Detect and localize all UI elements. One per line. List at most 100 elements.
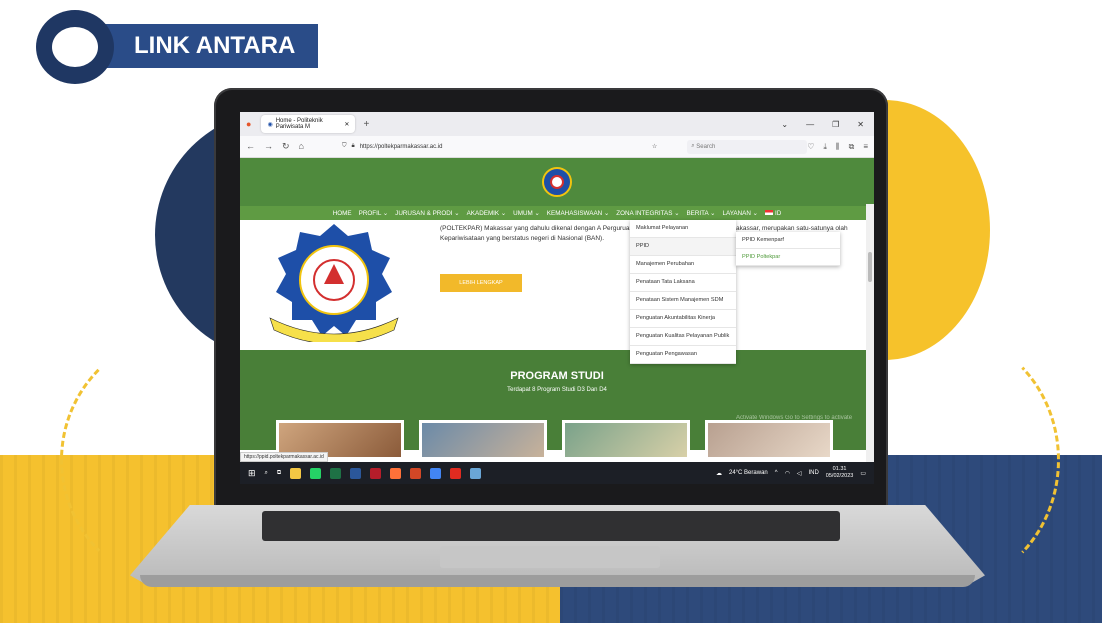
firefox-menu-icon[interactable]: ● — [246, 119, 251, 129]
chevron-down-icon: ⌄ — [750, 209, 758, 217]
language-indicator[interactable]: IND — [808, 470, 818, 476]
dropdown-item[interactable]: Penataan Tata Laksana — [630, 274, 736, 292]
firefox-icon[interactable] — [390, 467, 402, 479]
list-tabs-icon[interactable]: ⌄ — [781, 120, 788, 129]
tab-title: Home - Politeknik Pariwisata M — [275, 118, 323, 130]
reload-icon[interactable]: ↻ — [282, 141, 290, 152]
search-box[interactable]: ⌕ Search — [687, 139, 808, 154]
weather-icon: ☁ — [715, 470, 722, 477]
nav-item[interactable]: LAYANAN ⌄ — [722, 210, 758, 217]
system-tray: ☁ 24°C Berawan ^ ◠ ◁ IND 01.31 05/02/202… — [716, 466, 866, 480]
volume-icon[interactable]: ◁ — [797, 470, 802, 477]
taskbar-search-icon[interactable]: ⌕ — [265, 470, 268, 477]
excel-icon[interactable] — [330, 467, 342, 479]
site-logo-icon[interactable] — [542, 167, 572, 197]
nav-item[interactable]: ZONA INTEGRITAS ⌄ — [616, 210, 679, 217]
minimize-icon[interactable]: — — [806, 120, 814, 129]
start-icon[interactable]: ⊞ — [248, 468, 256, 479]
dropdown-item[interactable]: PPID — [630, 238, 736, 256]
nav-item-label: ID — [774, 209, 782, 217]
nav-item-label: UMUM — [513, 209, 533, 217]
prodi-thumbnail[interactable] — [705, 420, 833, 460]
menu-icon[interactable]: ≡ — [863, 142, 868, 152]
app-icon[interactable] — [470, 467, 482, 479]
browser-tab[interactable]: ◉ Home - Politeknik Pariwisata M ✕ — [261, 115, 356, 133]
nav-item-label: LAYANAN — [722, 209, 751, 217]
bookmark-star-icon[interactable]: ☆ — [652, 143, 657, 150]
prodi-subtitle: Terdapat 8 Program Studi D3 Dan D4 — [507, 387, 607, 393]
dropdown-item[interactable]: Penguatan Akuntabilitas Kinerja — [630, 310, 736, 328]
page-scrollbar[interactable] — [866, 204, 874, 462]
pdf-icon[interactable] — [450, 467, 462, 479]
powerpoint-icon[interactable] — [410, 467, 422, 479]
read-more-button[interactable]: LEBIH LENGKAP — [440, 274, 522, 292]
nav-item[interactable]: ID — [764, 209, 782, 217]
back-icon[interactable]: ← — [246, 141, 255, 152]
nav-item-label: JURUSAN & PRODI — [395, 209, 453, 217]
dropdown-item[interactable]: Maklumat Pelayanan — [630, 220, 736, 238]
zona-integritas-dropdown: Maklumat Pelayanan PPID Manajemen Perubaha… — [630, 220, 736, 364]
nav-item[interactable]: BERITA ⌄ — [686, 210, 715, 217]
prodi-title: PROGRAM STUDI — [510, 370, 604, 382]
nav-item-label: AKADEMIK — [466, 209, 500, 217]
url-bar[interactable]: ⛉ 🔒︎ https://poltekparmakassar.ac.id — [342, 143, 642, 150]
laptop-base-edge — [140, 575, 975, 587]
clock-time: 01.31 — [832, 466, 847, 472]
nav-item[interactable]: UMUM ⌄ — [513, 210, 540, 217]
lock-icon: 🔒︎ — [351, 143, 355, 149]
whatsapp-icon[interactable] — [310, 467, 322, 479]
dropdown-item[interactable]: Penguatan Pengawasan — [630, 346, 736, 364]
library-icon[interactable]: ⫼ — [836, 142, 840, 152]
nav-item-label: KEMAHASISWAAN — [546, 209, 603, 217]
home-icon[interactable]: ⌂ — [299, 141, 304, 152]
laptop-screen: ● ◉ Home - Politeknik Pariwisata M ✕ + ⌄… — [240, 112, 874, 484]
address-bar-row: ← → ↻ ⌂ ⛉ 🔒︎ https://poltekparmakassar.a… — [240, 136, 874, 158]
badge-title: LINK ANTARA — [96, 24, 318, 68]
nav-item[interactable]: HOME — [333, 210, 352, 217]
dropdown-item[interactable]: Manajemen Perubahan — [630, 256, 736, 274]
close-tab-icon[interactable]: ✕ — [344, 121, 349, 128]
chevron-down-icon: ⌄ — [499, 209, 507, 217]
nav-item-label: HOME — [332, 209, 352, 217]
nav-item[interactable]: KEMAHASISWAAN ⌄ — [547, 210, 609, 217]
nav-item-label: BERITA — [686, 209, 709, 217]
close-window-icon[interactable]: ✕ — [857, 120, 864, 129]
wifi-icon[interactable]: ◠ — [785, 470, 790, 477]
dropdown-item[interactable]: Penguatan Kualitas Pelayanan Publik — [630, 328, 736, 346]
clock[interactable]: 01.31 05/02/2023 — [826, 466, 854, 480]
chevron-down-icon: ⌄ — [532, 209, 540, 217]
forward-icon[interactable]: → — [264, 141, 273, 152]
maximize-icon[interactable]: ❐ — [832, 120, 839, 129]
badge-circle-icon — [36, 10, 114, 84]
pocket-icon[interactable]: ♡ — [807, 142, 814, 152]
tray-chevron-icon[interactable]: ^ — [775, 470, 778, 476]
status-url: https://ppid.poltekparmakassar.ac.id — [240, 452, 328, 462]
nav-item[interactable]: JURUSAN & PRODI ⌄ — [395, 210, 459, 217]
chevron-down-icon: ⌄ — [381, 209, 389, 217]
prodi-thumbnail[interactable] — [562, 420, 690, 460]
submenu-item[interactable]: PPID Kemenparf — [736, 232, 840, 249]
mendeley-icon[interactable] — [370, 467, 382, 479]
chrome-icon[interactable] — [430, 467, 442, 479]
browser-tab-strip: ● ◉ Home - Politeknik Pariwisata M ✕ + ⌄… — [240, 112, 874, 136]
word-icon[interactable] — [350, 467, 362, 479]
new-tab-icon[interactable]: + — [363, 119, 369, 130]
weather-text[interactable]: 24°C Berawan — [729, 470, 768, 476]
chevron-down-icon: ⌄ — [452, 209, 460, 217]
dropdown-item[interactable]: Penataan Sistem Manajemen SDM — [630, 292, 736, 310]
nav-item[interactable]: PROFIL ⌄ — [359, 210, 389, 217]
slide: LINK ANTARA ● ◉ Home - Politeknik Pariwi… — [0, 0, 1102, 623]
ppid-submenu: PPID Kemenparf PPID Poltekpar — [736, 232, 840, 266]
poltekpar-emblem-icon — [269, 224, 399, 342]
prodi-thumbnail[interactable] — [419, 420, 547, 460]
submenu-item[interactable]: PPID Poltekpar — [736, 249, 840, 266]
laptop-keyboard — [262, 511, 840, 541]
extensions-icon[interactable]: ⧉ — [849, 142, 855, 152]
task-view-icon[interactable]: ⧉ — [277, 470, 281, 477]
nav-item[interactable]: AKADEMIK ⌄ — [467, 210, 507, 217]
laptop-touchpad — [440, 546, 660, 568]
notification-icon[interactable]: ▭ — [860, 470, 866, 477]
file-explorer-icon[interactable] — [290, 467, 302, 479]
download-icon[interactable]: ⤓ — [823, 142, 827, 152]
chevron-down-icon: ⌄ — [672, 209, 680, 217]
